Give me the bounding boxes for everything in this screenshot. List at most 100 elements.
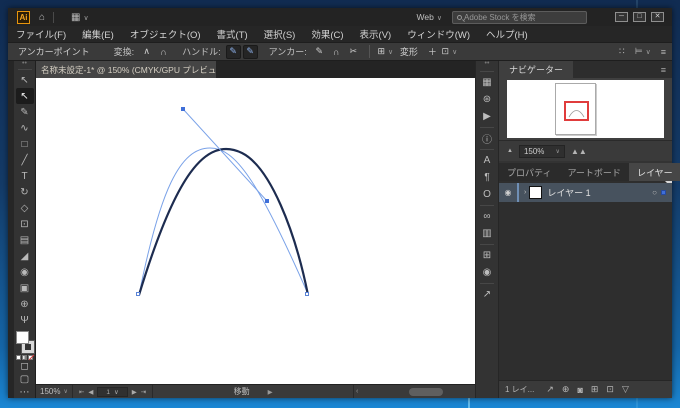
next-artboard-icon[interactable]: ▶	[132, 388, 137, 396]
scroll-left-icon[interactable]: ‹	[356, 388, 358, 395]
zoom-level-field[interactable]: 150%∨	[36, 385, 73, 398]
prev-artboard-icon[interactable]: ◀	[88, 388, 93, 396]
hide-handles-icon[interactable]: ✎	[226, 45, 241, 59]
gradient-mode-button[interactable]	[22, 355, 27, 360]
opentype-panel-icon[interactable]: O	[477, 186, 497, 203]
path-bezier-new[interactable]	[139, 149, 308, 295]
visibility-eye-icon[interactable]: ◉	[499, 188, 517, 197]
status-expand-icon[interactable]: ▶	[268, 388, 273, 396]
menu-view[interactable]: 表示(V)	[352, 27, 400, 41]
show-handles-icon[interactable]: ✎	[243, 45, 258, 59]
edit-toolbar-icon[interactable]: ⋯	[16, 386, 34, 398]
layer-name[interactable]: レイヤー 1	[547, 186, 590, 199]
draw-mode-button[interactable]: ◻	[16, 360, 34, 373]
curvature-tool[interactable]: ∿	[16, 120, 34, 136]
navigator-preview-area[interactable]	[507, 80, 664, 138]
last-artboard-icon[interactable]: ⇥	[141, 388, 146, 396]
dock-collapse-icon[interactable]: ••	[485, 61, 490, 69]
artboard-canvas[interactable]	[36, 78, 495, 384]
artboard-number-field[interactable]: 1∨	[97, 387, 127, 397]
isolate-selection-icon[interactable]: ⊡∨	[442, 45, 457, 59]
width-tool[interactable]: ◇	[16, 200, 34, 216]
menu-window[interactable]: ウィンドウ(W)	[399, 27, 478, 41]
layer-thumbnail[interactable]	[529, 186, 542, 199]
cut-path-icon[interactable]: ✂	[346, 45, 361, 59]
control-menu-icon[interactable]: ≡	[661, 47, 666, 57]
handle-line[interactable]	[183, 109, 267, 201]
align-panel-icon[interactable]: ⊨∨	[635, 46, 651, 57]
screen-mode-button[interactable]: ▢	[16, 373, 34, 386]
symbols-panel-icon[interactable]: ⊞	[477, 247, 497, 264]
align-grid-icon[interactable]: ⊞∨	[378, 45, 393, 59]
layer-target-icon[interactable]: ○	[652, 188, 657, 197]
menu-type[interactable]: 書式(T)	[209, 27, 256, 41]
navigator-menu-icon[interactable]: ≡	[661, 65, 666, 75]
app-logo-icon[interactable]: Ai	[17, 11, 30, 24]
new-sublayer-icon[interactable]: ⊞	[591, 384, 599, 395]
handle-point-top[interactable]	[181, 107, 185, 111]
convert-to-corner-icon[interactable]: ∧	[139, 45, 154, 59]
tab-artboards[interactable]: アートボード	[559, 163, 628, 181]
menu-select[interactable]: 選択(S)	[256, 27, 304, 41]
delete-layer-icon[interactable]: ▽	[622, 384, 629, 395]
menu-effect[interactable]: 効果(C)	[303, 27, 351, 41]
libraries-panel-icon[interactable]: ▦	[477, 74, 497, 91]
tab-layers[interactable]: レイヤー	[629, 163, 680, 181]
convert-to-smooth-icon[interactable]: ∩	[156, 45, 171, 59]
direct-selection-tool[interactable]: ↖	[16, 88, 34, 104]
home-icon[interactable]: ⌂	[39, 12, 45, 23]
fill-swatch[interactable]	[16, 331, 29, 344]
navigator-zoom-out-icon[interactable]: ▲	[507, 148, 513, 154]
first-artboard-icon[interactable]: ⇤	[79, 388, 84, 396]
artboards-panel-icon[interactable]: ▥	[477, 225, 497, 242]
horizontal-scroll-thumb[interactable]	[409, 388, 443, 396]
links-panel-icon[interactable]: ∞	[477, 208, 497, 225]
maximize-button[interactable]: □	[633, 12, 646, 22]
menu-edit[interactable]: 編集(E)	[74, 27, 122, 41]
hand-tool[interactable]: Ψ	[16, 312, 34, 328]
transform-button[interactable]: 変形	[394, 44, 424, 59]
none-mode-button[interactable]	[28, 355, 33, 360]
layer-selected-indicator[interactable]	[661, 190, 666, 195]
close-button[interactable]: ✕	[651, 12, 664, 22]
tab-navigator[interactable]: ナビゲーター	[499, 61, 573, 78]
document-tab[interactable]: 名称未設定-1* @ 150% (CMYK/GPU プレビュー) ×	[36, 61, 216, 78]
fill-stroke-swatches[interactable]	[16, 331, 34, 353]
menu-object[interactable]: オブジェクト(O)	[122, 27, 209, 41]
line-segment-tool[interactable]: ╱	[16, 152, 34, 168]
tab-properties[interactable]: プロパティ	[499, 163, 559, 181]
color-mode-button[interactable]	[16, 355, 21, 360]
blend-tool[interactable]: ◉	[16, 264, 34, 280]
snap-options-icon[interactable]: ∷	[619, 46, 625, 57]
adobe-stock-search-input[interactable]: Adobe Stock を検索	[452, 11, 587, 24]
actions-panel-icon[interactable]: ⊛	[477, 91, 497, 108]
eyedropper-tool[interactable]: ◢	[16, 248, 34, 264]
layer-row[interactable]: ◉ › レイヤー 1 ○	[499, 183, 672, 202]
actions-play-icon[interactable]: ▶	[477, 108, 497, 125]
menu-file[interactable]: ファイル(F)	[8, 27, 74, 41]
collect-for-export-icon[interactable]: ↗	[546, 384, 554, 395]
rectangle-tool[interactable]: □	[16, 136, 34, 152]
minimize-button[interactable]: ─	[615, 12, 628, 22]
artboard-tool[interactable]: ▣	[16, 280, 34, 296]
character-panel-icon[interactable]: A	[477, 152, 497, 169]
workspace-switcher[interactable]: Web∨	[417, 12, 442, 22]
remove-anchor-icon[interactable]: ∩	[329, 45, 344, 59]
rotate-tool[interactable]: ↻	[16, 184, 34, 200]
document-info-panel-icon[interactable]: ⓘ	[477, 130, 497, 147]
locate-object-icon[interactable]: ⊕	[562, 384, 570, 395]
anchor-point-right[interactable]	[305, 292, 309, 296]
asset-export-panel-icon[interactable]: ↗	[477, 286, 497, 303]
navigator-zoom-field[interactable]: 150%∨	[519, 145, 565, 158]
gradient-tool[interactable]: ▤	[16, 232, 34, 248]
pen-tool[interactable]: ✎	[16, 104, 34, 120]
make-mask-icon[interactable]: ◙	[577, 385, 582, 395]
add-anchor-icon[interactable]: ✎	[312, 45, 327, 59]
navigator-view-frame[interactable]	[564, 101, 589, 121]
paragraph-panel-icon[interactable]: ¶	[477, 169, 497, 186]
new-layer-icon[interactable]: ⊡	[606, 384, 614, 395]
arrange-documents-icon[interactable]: ▦∨	[71, 12, 89, 23]
handle-point-bottom[interactable]	[265, 199, 269, 203]
brushes-panel-icon[interactable]: ◉	[477, 264, 497, 281]
zoom-tool[interactable]: ⊕	[16, 296, 34, 312]
